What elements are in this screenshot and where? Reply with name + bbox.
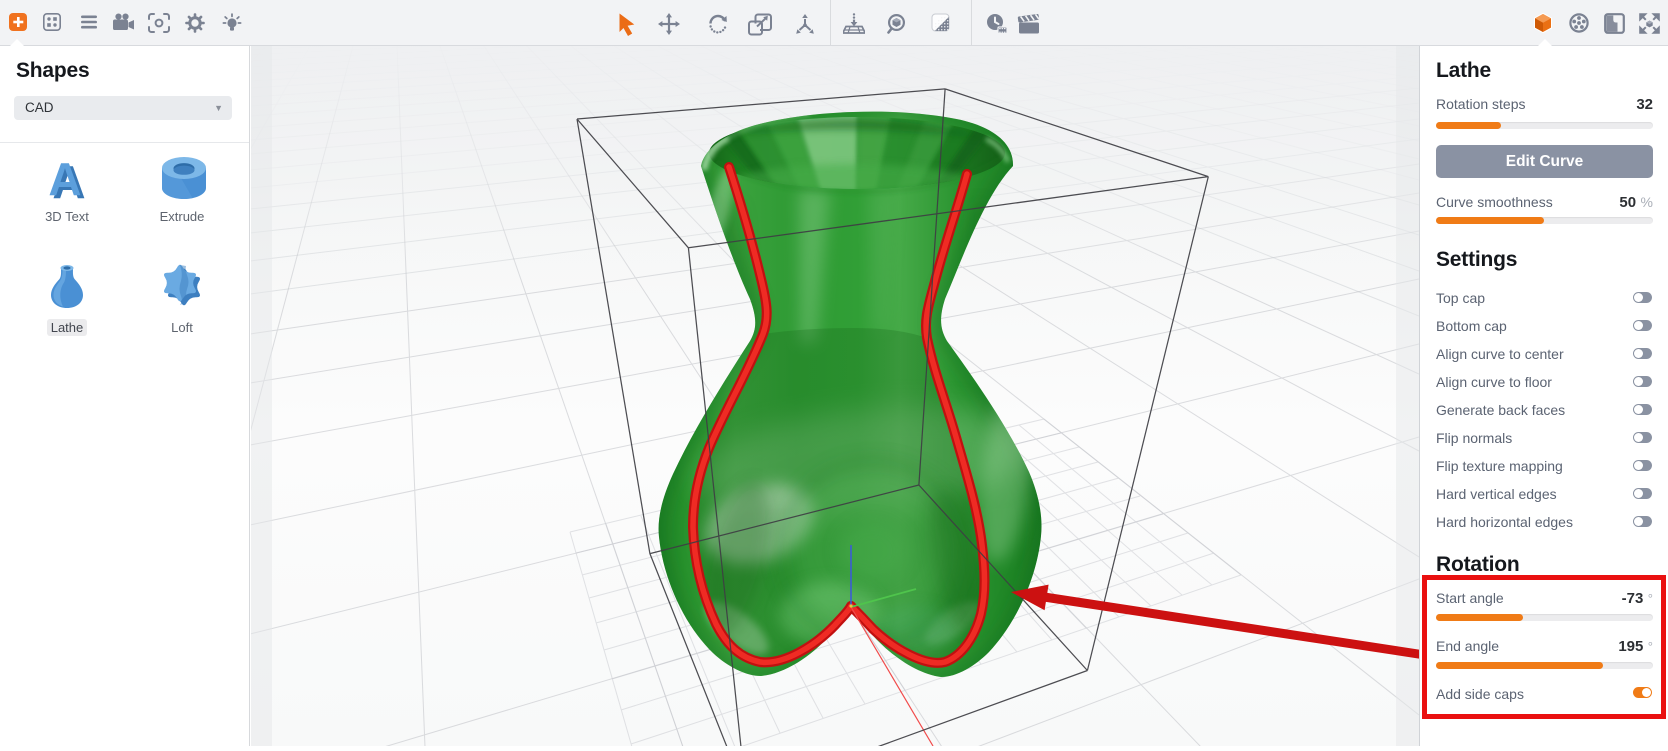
- svg-text:A: A: [48, 154, 81, 205]
